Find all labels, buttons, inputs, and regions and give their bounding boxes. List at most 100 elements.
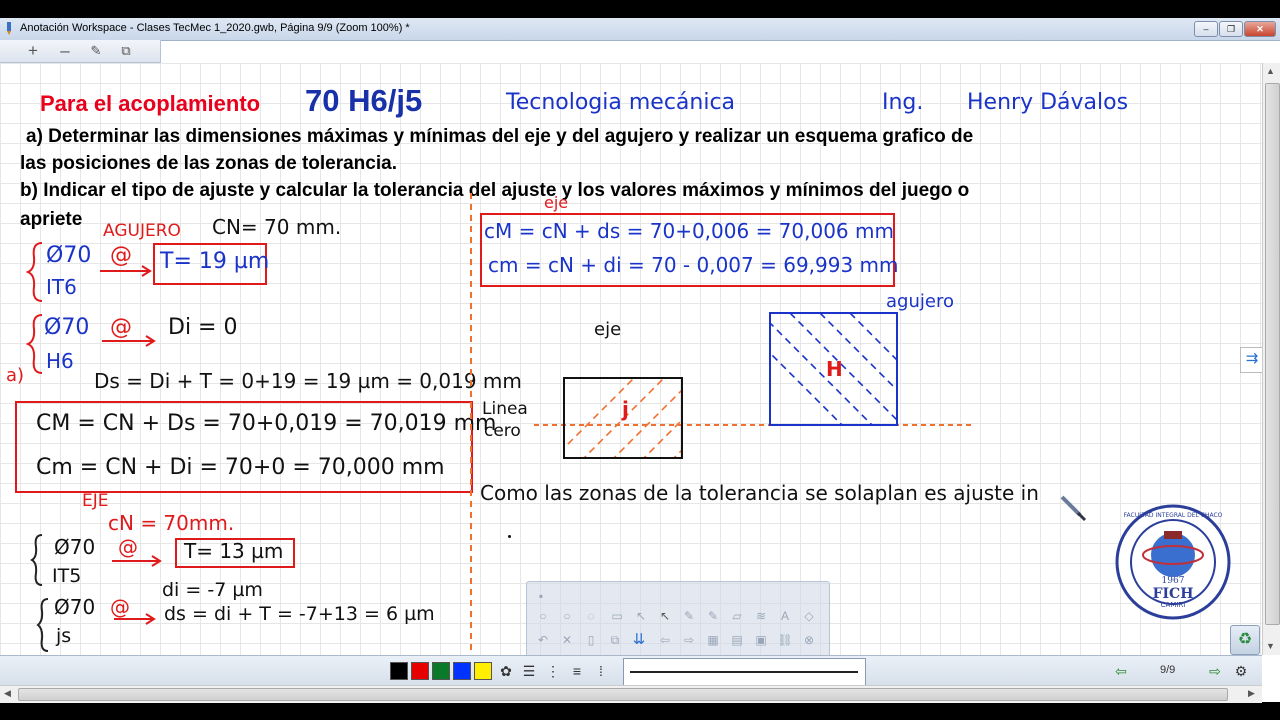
hole-diameter-1: Ø70 bbox=[46, 243, 92, 268]
whiteboard-canvas[interactable]: Para el acoplamiento 70 H6/j5 Tecnologia… bbox=[0, 63, 1262, 655]
line-style-icon[interactable]: ⋮ bbox=[544, 662, 562, 680]
scroll-down-icon[interactable]: ▼ bbox=[1266, 641, 1275, 651]
side-panel-toggle-icon[interactable]: ⇉ bbox=[1240, 347, 1262, 373]
horizontal-scroll-thumb[interactable] bbox=[18, 688, 1228, 701]
logo-city: CAMIRI bbox=[1161, 601, 1186, 609]
color-swatch-4[interactable] bbox=[453, 662, 471, 680]
edit-page-button[interactable]: ✎ bbox=[85, 43, 107, 59]
scroll-left-icon[interactable]: ◀ bbox=[4, 688, 11, 699]
shaft-nominal: cN = 70mm. bbox=[108, 511, 235, 535]
hole-zone-hatch bbox=[770, 313, 897, 425]
color-swatch-2[interactable] bbox=[411, 662, 429, 680]
recycle-bin-icon[interactable]: ♻ bbox=[1230, 625, 1260, 655]
horizontal-scrollbar[interactable]: ◀ ▶ bbox=[0, 685, 1262, 703]
shaft-max-dimension: cM = cN + ds = 70+0,006 = 70,006 mm bbox=[484, 219, 894, 243]
shaft-upper-deviation-calc: ds = di + T = -7+13 = 6 µm bbox=[164, 603, 435, 625]
bottom-toolbar: ✿ ☰ ⋮ ≡ ⁞ ⇦ 9/9 ⇨ ⚙ bbox=[0, 655, 1262, 686]
close-button[interactable]: ✕ bbox=[1244, 21, 1276, 37]
palette-forward-icon[interactable]: ⇨ bbox=[681, 632, 697, 648]
palette-select-icon[interactable]: ↖ bbox=[633, 608, 649, 624]
brace-2 bbox=[26, 314, 43, 374]
shaft-min-dimension: cm = cN + di = 70 - 0,007 = 69,993 mm bbox=[488, 253, 899, 277]
shaft-zone-letter: j bbox=[622, 397, 629, 421]
palette-text-icon[interactable]: A bbox=[777, 608, 793, 624]
arrow-4 bbox=[114, 613, 156, 625]
palette-tool-2-icon[interactable]: ○ bbox=[559, 608, 575, 624]
scroll-up-icon[interactable]: ▲ bbox=[1266, 66, 1275, 76]
palette-pointer-icon[interactable]: ↖ bbox=[657, 608, 673, 624]
page-indicator: 9/9 bbox=[1160, 664, 1176, 676]
hole-nominal: CN= 70 mm. bbox=[212, 215, 342, 239]
palette-grid-icon[interactable]: ▦ bbox=[705, 632, 721, 648]
question-a-line2: las posiciones de las zonas de toleranci… bbox=[20, 153, 397, 174]
palette-copy-icon[interactable]: ⧉ bbox=[607, 632, 623, 648]
shaft-diameter-1: Ø70 bbox=[54, 535, 96, 559]
zero-line-label-1: Linea bbox=[482, 399, 528, 419]
palette-shapes-icon[interactable]: ◇ bbox=[801, 608, 817, 624]
floating-tool-palette[interactable]: ▪ ○ ○ ◌ ▭ ↖ ↖ ✎ ✎ ▱ ≋ A ◇ ↶ ✕ ▯ ⧉ ⇊ ⇦ ⇨ … bbox=[526, 581, 830, 655]
color-swatch-3[interactable] bbox=[432, 662, 450, 680]
question-a-line1: a) Determinar las dimensiones máximas y … bbox=[26, 126, 974, 147]
scroll-right-icon[interactable]: ▶ bbox=[1248, 688, 1255, 699]
hole-position: H6 bbox=[46, 349, 74, 373]
restore-button[interactable]: ❐ bbox=[1219, 21, 1243, 37]
palette-highlighter-icon[interactable]: ✎ bbox=[705, 608, 721, 624]
previous-page-icon[interactable]: ⇦ bbox=[1112, 662, 1130, 680]
line-width-icon[interactable]: ☰ bbox=[520, 662, 538, 680]
color-swatch-5[interactable] bbox=[474, 662, 492, 680]
fit-code: 70 H6/j5 bbox=[305, 83, 423, 118]
slide-title: Para el acoplamiento bbox=[40, 91, 261, 116]
logo-name: FICH bbox=[1153, 586, 1194, 602]
brace-3 bbox=[30, 534, 43, 586]
palette-link-icon[interactable]: ⛓ bbox=[777, 632, 793, 648]
dash-style-icon[interactable]: ≡ bbox=[568, 662, 586, 680]
vertical-scrollbar[interactable]: ▲ ▼ bbox=[1262, 63, 1280, 655]
conclusion-text: Como las zonas de la tolerancia se solap… bbox=[480, 481, 1039, 505]
palette-delete-icon[interactable]: ✕ bbox=[559, 632, 575, 648]
hole-min-dimension: Cm = CN + Di = 70+0 = 70,000 mm bbox=[36, 455, 445, 480]
tolerance-diagram bbox=[534, 312, 975, 459]
shaft-results-label: eje bbox=[544, 193, 569, 212]
minimize-button[interactable]: – bbox=[1194, 21, 1218, 37]
palette-undo-icon[interactable]: ↶ bbox=[535, 632, 551, 648]
palette-image-icon[interactable]: ▣ bbox=[753, 632, 769, 648]
shaft-diameter-2: Ø70 bbox=[54, 595, 96, 619]
zero-line-label-2: cero bbox=[484, 421, 521, 441]
palette-tool-1-icon[interactable]: ○ bbox=[535, 608, 551, 624]
tolerance-shaft: T= 13 µm bbox=[184, 539, 284, 563]
app-window: Anotación Workspace - Clases TecMec 1_20… bbox=[0, 18, 1280, 703]
window-title: Anotación Workspace - Clases TecMec 1_20… bbox=[20, 22, 410, 34]
pen-preview[interactable] bbox=[623, 658, 866, 686]
shaft-heading: EJE bbox=[82, 491, 109, 511]
fich-logo: 1967 FICH CAMIRI FACULTAD INTEGRAL DEL C… bbox=[1115, 504, 1231, 620]
add-page-icon[interactable]: ⚙ bbox=[1232, 662, 1250, 680]
palette-move-icon[interactable]: ⇊ bbox=[631, 632, 647, 648]
author-prefix: Ing. bbox=[882, 90, 924, 115]
hole-heading: AGUJERO bbox=[103, 221, 181, 241]
color-swatch-1[interactable] bbox=[390, 662, 408, 680]
arrow-3 bbox=[112, 555, 162, 567]
palette-tool-4-icon[interactable]: ▭ bbox=[609, 608, 625, 624]
palette-page-icon[interactable]: ▯ bbox=[583, 632, 599, 648]
next-page-icon[interactable]: ⇨ bbox=[1206, 662, 1224, 680]
palette-pen-icon[interactable]: ✎ bbox=[681, 608, 697, 624]
vertical-scroll-thumb[interactable] bbox=[1265, 83, 1280, 625]
palette-lines-icon[interactable]: ≋ bbox=[753, 608, 769, 624]
add-page-button[interactable]: + bbox=[22, 42, 44, 59]
ink-dot bbox=[508, 535, 511, 538]
palette-back-icon[interactable]: ⇦ bbox=[657, 632, 673, 648]
page-sorter-button[interactable]: ⧉ bbox=[115, 43, 137, 59]
dotted-style-icon[interactable]: ⁞ bbox=[592, 662, 610, 680]
palette-eraser-icon[interactable]: ▱ bbox=[729, 608, 745, 624]
palette-save-icon[interactable]: ▤ bbox=[729, 632, 745, 648]
palette-grip-icon[interactable]: ▪ bbox=[533, 588, 549, 604]
brace-4 bbox=[36, 598, 49, 652]
palette-tool-3-icon[interactable]: ◌ bbox=[583, 608, 599, 624]
arrow-1 bbox=[100, 265, 152, 277]
palette-close-icon[interactable]: ⊗ bbox=[801, 632, 817, 648]
question-b-line2: apriete bbox=[20, 209, 83, 230]
hole-upper-deviation-calc: Ds = Di + T = 0+19 = 19 µm = 0,019 mm bbox=[94, 369, 522, 393]
color-picker-icon[interactable]: ✿ bbox=[497, 662, 515, 680]
remove-page-button[interactable]: – bbox=[54, 42, 76, 59]
pen-preview-line bbox=[630, 671, 858, 673]
